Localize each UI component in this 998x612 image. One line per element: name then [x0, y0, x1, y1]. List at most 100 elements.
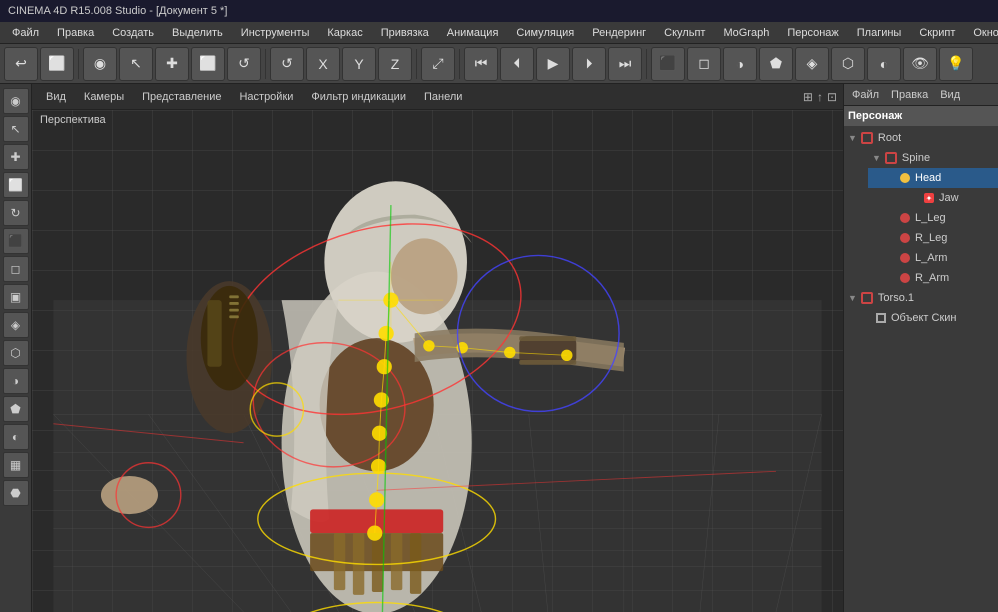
toolbar-btn-model[interactable]: ◉: [83, 47, 117, 81]
menu-item-правка[interactable]: Правка: [49, 25, 102, 41]
vp-menu-representation[interactable]: Представление: [134, 89, 229, 105]
menu-item-персонаж[interactable]: Персонаж: [779, 25, 846, 41]
left-btn-rotate[interactable]: ↻: [3, 200, 29, 226]
vp-menu-panels[interactable]: Панели: [416, 89, 470, 105]
toolbar-separator: [416, 49, 417, 79]
left-btn-select[interactable]: ↖: [3, 116, 29, 142]
left-btn-grid[interactable]: ▣: [3, 284, 29, 310]
left-btn-scale[interactable]: ⬜: [3, 172, 29, 198]
viewport[interactable]: Вид Камеры Представление Настройки Фильт…: [32, 84, 843, 612]
perspective-label: Перспектива: [40, 114, 106, 126]
toolbar-btn-move[interactable]: ✚: [155, 47, 189, 81]
toolbar-btn-x-axis[interactable]: X: [306, 47, 340, 81]
left-btn-sweep[interactable]: ⬡: [3, 340, 29, 366]
scene-canvas[interactable]: [32, 110, 843, 612]
tree-item-jaw[interactable]: ✦Jaw: [880, 188, 998, 208]
tree-item-l_arm[interactable]: L_Arm: [868, 248, 998, 268]
toolbar-btn-plane[interactable]: ◻: [687, 47, 721, 81]
menu-item-рендеринг[interactable]: Рендеринг: [584, 25, 654, 41]
menubar: ФайлПравкаСоздатьВыделитьИнструментыКарк…: [0, 22, 998, 44]
vp-menu-filter[interactable]: Фильтр индикации: [303, 89, 414, 105]
menu-item-анимация[interactable]: Анимация: [439, 25, 507, 41]
menu-item-скульпт[interactable]: Скульпт: [656, 25, 713, 41]
toolbar: ↩⬜◉↖✚⬜↺↺XYZ⤢⏮⏴▶⏵⏭⬛◻◑⬟◈⬡◐👁💡: [0, 44, 998, 84]
toolbar-btn-modifier[interactable]: ⬡: [831, 47, 865, 81]
left-btn-camera[interactable]: ⬟: [3, 396, 29, 422]
toolbar-btn-y-axis[interactable]: Y: [342, 47, 376, 81]
tree-item-skin[interactable]: Объект Скин: [856, 308, 998, 328]
tree-item-r_arm[interactable]: R_Arm: [868, 268, 998, 288]
toolbar-btn-first[interactable]: ⏮: [464, 47, 498, 81]
rp-menu-file[interactable]: Файл: [848, 88, 883, 102]
toolbar-btn-cube[interactable]: ⬛: [651, 47, 685, 81]
vp-menu-view[interactable]: Вид: [38, 89, 74, 105]
left-btn-model[interactable]: ◉: [3, 88, 29, 114]
tree-label-l_arm: L_Arm: [915, 252, 947, 264]
menu-item-скрипт[interactable]: Скрипт: [911, 25, 963, 41]
tree-arrow-spine: ▼: [872, 153, 881, 163]
menu-item-окно[interactable]: Окно: [965, 25, 998, 41]
toolbar-btn-play[interactable]: ▶: [536, 47, 570, 81]
menu-item-плагины[interactable]: Плагины: [849, 25, 910, 41]
left-btn-light[interactable]: ◐: [3, 424, 29, 450]
menu-item-выделить[interactable]: Выделить: [164, 25, 231, 41]
toolbar-btn-deformer[interactable]: ◐: [867, 47, 901, 81]
menu-item-привязка[interactable]: Привязка: [373, 25, 437, 41]
menu-item-каркас[interactable]: Каркас: [319, 25, 370, 41]
rp-menu-view[interactable]: Вид: [936, 88, 964, 102]
tree-icon-torso1: [861, 292, 873, 304]
vp-icon-1[interactable]: ⊞: [803, 90, 813, 104]
vp-menu-settings[interactable]: Настройки: [231, 89, 301, 105]
left-btn-spline[interactable]: ◈: [3, 312, 29, 338]
left-btn-material[interactable]: ▦: [3, 452, 29, 478]
toolbar-btn-snap[interactable]: ⤢: [421, 47, 455, 81]
menu-item-инструменты[interactable]: Инструменты: [233, 25, 318, 41]
tree-item-torso1[interactable]: ▼Torso.1: [844, 288, 998, 308]
tree-icon-skin: [876, 313, 886, 323]
left-btn-sphere[interactable]: ◑: [3, 368, 29, 394]
left-btn-cube[interactable]: ⬛: [3, 228, 29, 254]
tree-label-spine: Spine: [902, 152, 930, 164]
left-btn-null[interactable]: ◻: [3, 256, 29, 282]
left-btn-tag[interactable]: ⬣: [3, 480, 29, 506]
tree-label-l_leg: L_Leg: [915, 212, 946, 224]
tree-label-r_leg: R_Leg: [915, 232, 947, 244]
toolbar-btn-last[interactable]: ⏭: [608, 47, 642, 81]
scene-svg: [32, 110, 843, 612]
menu-item-создать[interactable]: Создать: [104, 25, 162, 41]
toolbar-btn-z-axis[interactable]: Z: [378, 47, 412, 81]
toolbar-btn-light[interactable]: 💡: [939, 47, 973, 81]
section-label: Персонаж: [848, 110, 902, 122]
tree-label-torso1: Torso.1: [878, 292, 914, 304]
tree-icon-spine: [885, 152, 897, 164]
toolbar-btn-sphere[interactable]: ◑: [723, 47, 757, 81]
toolbar-btn-spline[interactable]: ◈: [795, 47, 829, 81]
tree-item-r_leg[interactable]: R_Leg: [868, 228, 998, 248]
tree-item-spine[interactable]: ▼ Spine: [856, 148, 998, 168]
menu-item-mograph[interactable]: MoGraph: [715, 25, 777, 41]
toolbar-btn-prev[interactable]: ⏴: [500, 47, 534, 81]
vp-menu-cameras[interactable]: Камеры: [76, 89, 132, 105]
tree-item-l_leg[interactable]: L_Leg: [868, 208, 998, 228]
object-tree[interactable]: ▼Root▼SpineHead✦JawL_LegR_LegL_ArmR_Arm▼…: [844, 126, 998, 612]
vp-icon-2[interactable]: ↑: [817, 90, 823, 104]
tree-label-skin: Объект Скин: [891, 312, 957, 324]
toolbar-btn-select[interactable]: ↖: [119, 47, 153, 81]
toolbar-btn-undo[interactable]: ↩: [4, 47, 38, 81]
toolbar-btn-scale[interactable]: ⬜: [191, 47, 225, 81]
toolbar-btn-poly[interactable]: ⬟: [759, 47, 793, 81]
menu-item-симуляция[interactable]: Симуляция: [508, 25, 582, 41]
toolbar-btn-camera[interactable]: 👁: [903, 47, 937, 81]
vp-icon-3[interactable]: ⊡: [827, 90, 837, 104]
toolbar-btn-next[interactable]: ⏵: [572, 47, 606, 81]
tree-item-head[interactable]: Head: [868, 168, 998, 188]
toolbar-btn-rot1[interactable]: ↺: [227, 47, 261, 81]
toolbar-btn-new[interactable]: ⬜: [40, 47, 74, 81]
rp-menu-edit[interactable]: Правка: [887, 88, 932, 102]
toolbar-btn-rot2[interactable]: ↺: [270, 47, 304, 81]
menu-item-файл[interactable]: Файл: [4, 25, 47, 41]
tree-item-root[interactable]: ▼Root: [844, 128, 998, 148]
tree-icon-jaw: ✦: [924, 193, 934, 203]
tree-label-head: Head: [915, 172, 941, 184]
left-btn-move[interactable]: ✚: [3, 144, 29, 170]
